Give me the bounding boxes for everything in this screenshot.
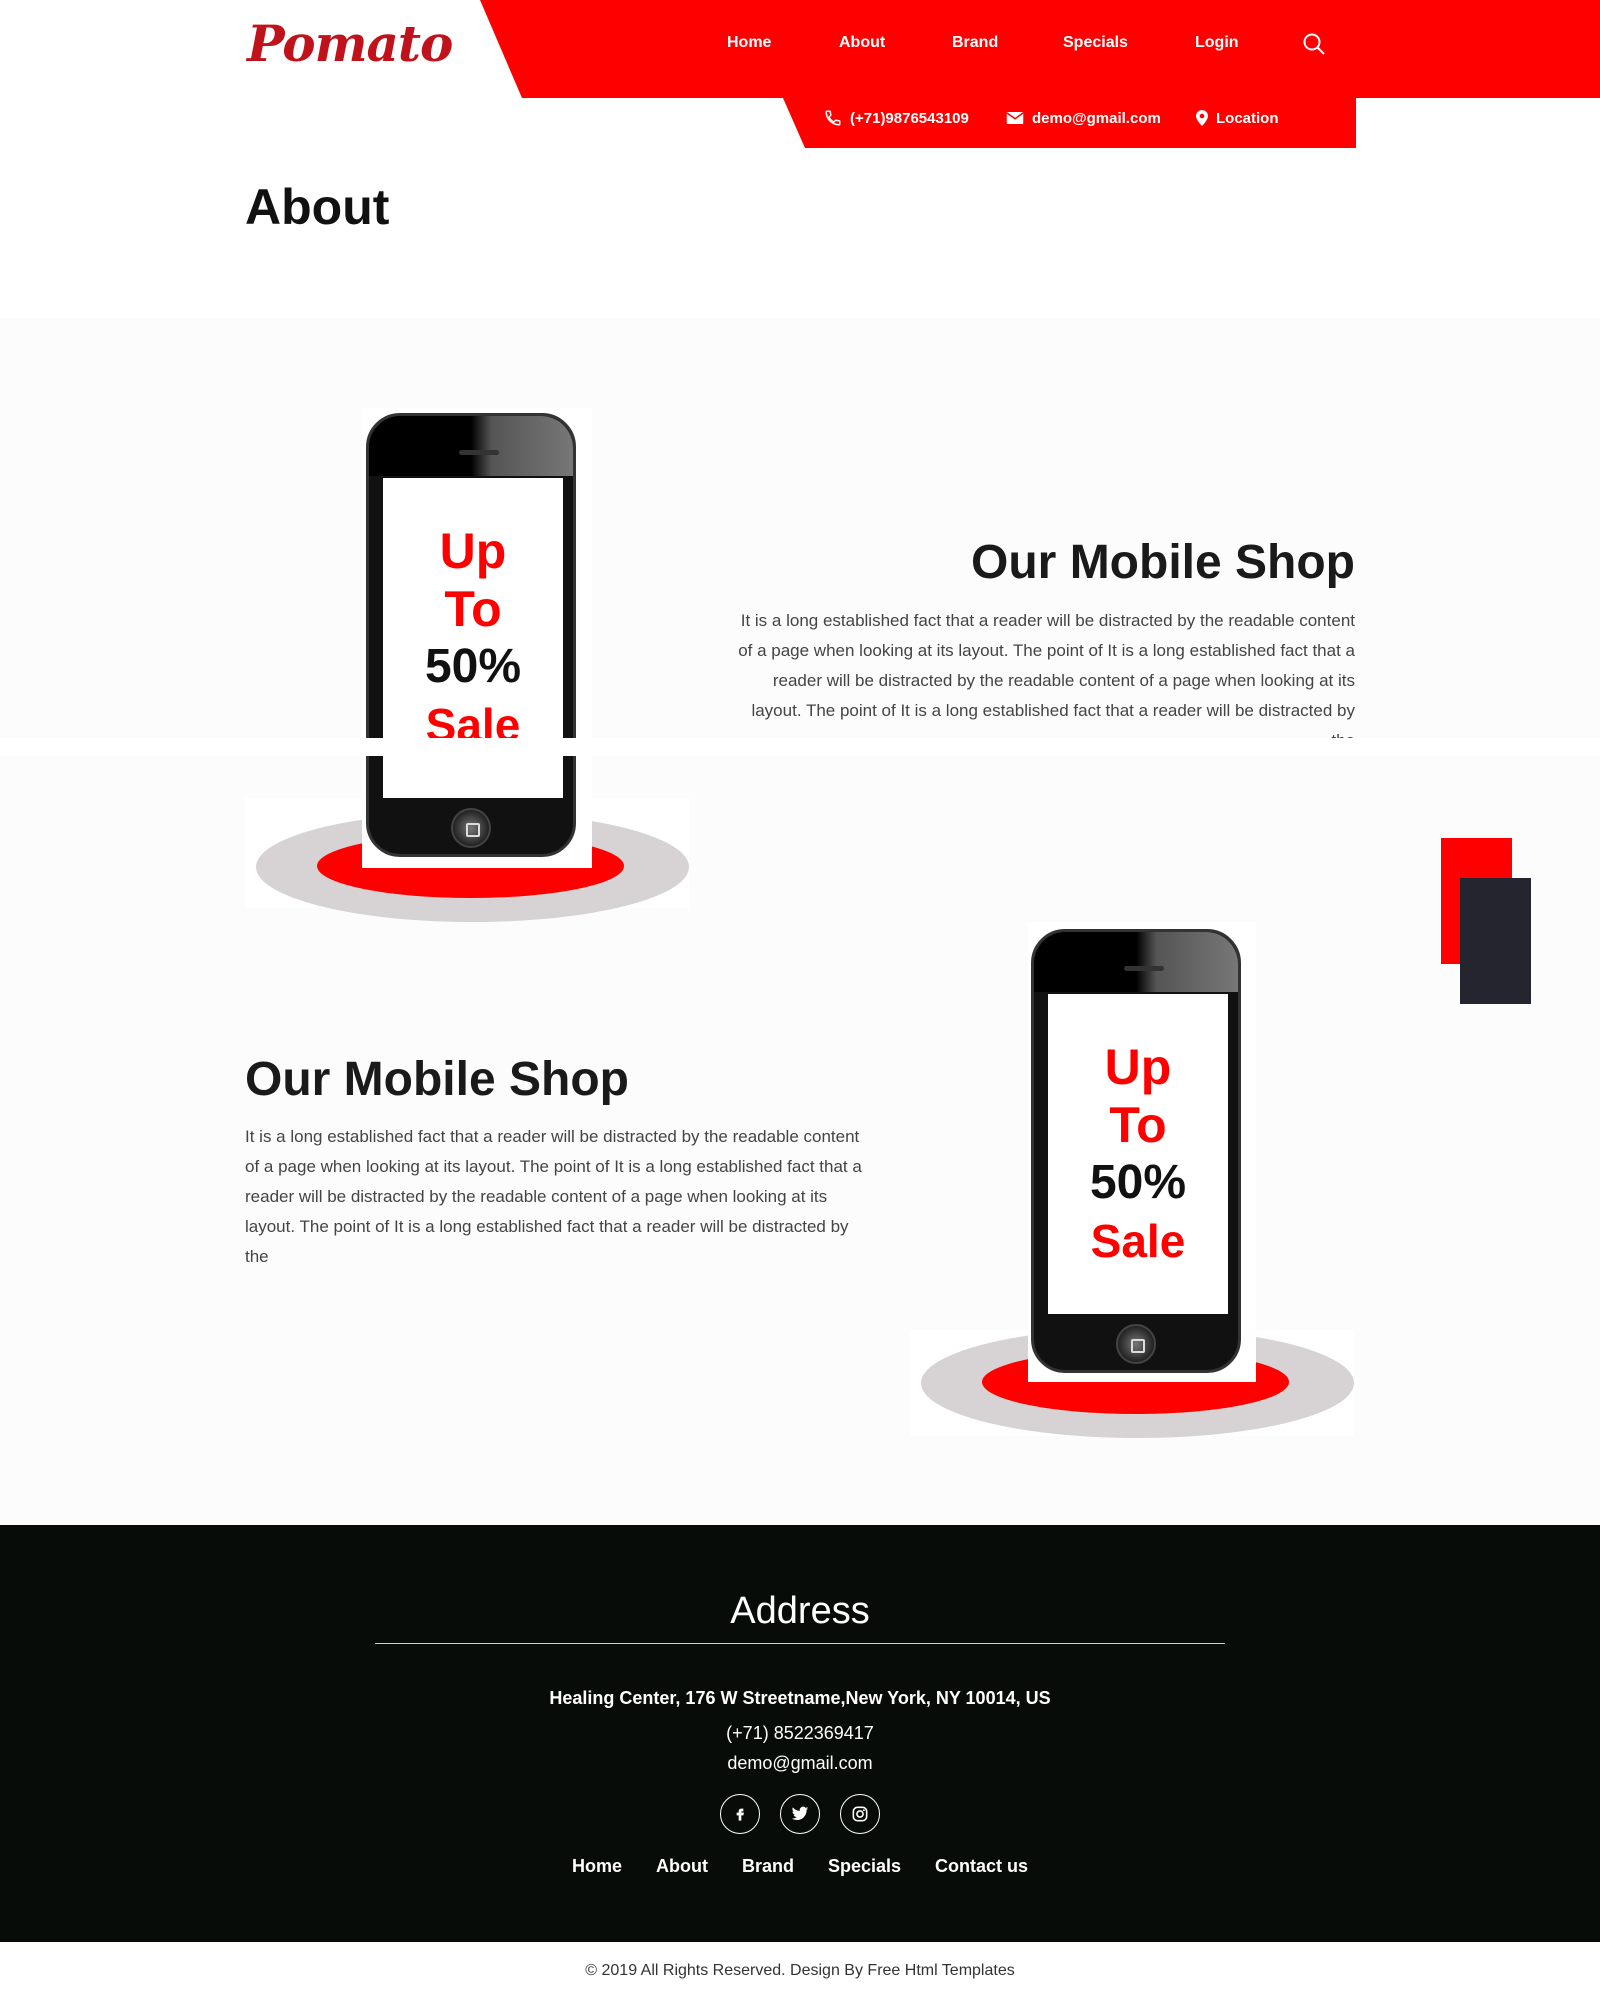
twitter-icon[interactable] <box>780 1794 820 1834</box>
footer-heading: Address <box>730 1590 870 1632</box>
footer-address: Healing Center, 176 W Streetname,New Yor… <box>549 1688 1051 1708</box>
page-title: About <box>245 179 390 235</box>
contact-location[interactable]: Location <box>1196 108 1279 128</box>
screen-text-percent: 50% <box>1089 1156 1187 1209</box>
footer-link-about[interactable]: About <box>656 1856 708 1877</box>
section-title-1: Our Mobile Shop <box>971 536 1355 589</box>
phone-icon <box>825 110 841 126</box>
about-section <box>0 318 1600 1525</box>
home-button <box>1116 1324 1156 1364</box>
footer-phone[interactable]: (+71) 8522369417 <box>0 1723 1600 1744</box>
screen-text-to: To <box>444 581 502 637</box>
copyright: © 2019 All Rights Reserved. Design By Fr… <box>585 1962 1015 1979</box>
map-pin-icon <box>1196 110 1208 126</box>
section-text-1: It is a long established fact that a rea… <box>738 611 1355 738</box>
footer-link-contact[interactable]: Contact us <box>935 1856 1028 1877</box>
nav-about[interactable]: About <box>839 34 885 52</box>
logo[interactable]: Pomato <box>247 14 453 73</box>
screen-text-to: To <box>1109 1097 1167 1153</box>
screen-text-percent: 50% <box>424 640 522 693</box>
contact-email-text: demo@gmail.com <box>1032 109 1161 127</box>
contact-phone[interactable]: (+71)9876543109 <box>824 108 969 128</box>
screen-text-up: Up <box>439 523 507 579</box>
section-text-2: It is a long established fact that a rea… <box>245 1127 862 1266</box>
footer-link-brand[interactable]: Brand <box>742 1856 794 1877</box>
phone-screen: Up To 50% Sale <box>1048 994 1228 1314</box>
screen-text-up: Up <box>1104 1039 1172 1095</box>
decor-dark-block <box>1460 878 1531 1004</box>
footer-link-specials[interactable]: Specials <box>828 1856 901 1877</box>
section-title-2: Our Mobile Shop <box>245 1053 629 1106</box>
footer-email[interactable]: demo@gmail.com <box>0 1753 1600 1774</box>
phone-body: Up To 50% Sale <box>366 413 576 857</box>
screen-text-sale: Sale <box>1090 1215 1186 1267</box>
footer-divider <box>375 1643 1225 1644</box>
header-red-band <box>480 0 1600 98</box>
contact-phone-text: (+71)9876543109 <box>850 109 969 127</box>
nav-specials[interactable]: Specials <box>1063 34 1128 52</box>
contact-location-text: Location <box>1216 109 1279 127</box>
instagram-icon[interactable] <box>840 1794 880 1834</box>
nav-home[interactable]: Home <box>727 34 771 52</box>
facebook-icon[interactable] <box>720 1794 760 1834</box>
footer-link-home[interactable]: Home <box>572 1856 622 1877</box>
phone-body: Up To 50% Sale <box>1031 929 1241 1373</box>
site-header: Pomato <box>0 0 1600 98</box>
social-links <box>0 1794 1600 1834</box>
envelope-icon <box>1006 112 1024 124</box>
contact-email[interactable]: demo@gmail.com <box>1006 108 1161 128</box>
search-icon[interactable] <box>1302 32 1326 56</box>
home-button <box>451 808 491 848</box>
nav-brand[interactable]: Brand <box>952 34 998 52</box>
section-divider-strip <box>0 738 1600 756</box>
nav-login[interactable]: Login <box>1195 34 1239 52</box>
footer-nav: Home About Brand Specials Contact us <box>0 1856 1600 1877</box>
